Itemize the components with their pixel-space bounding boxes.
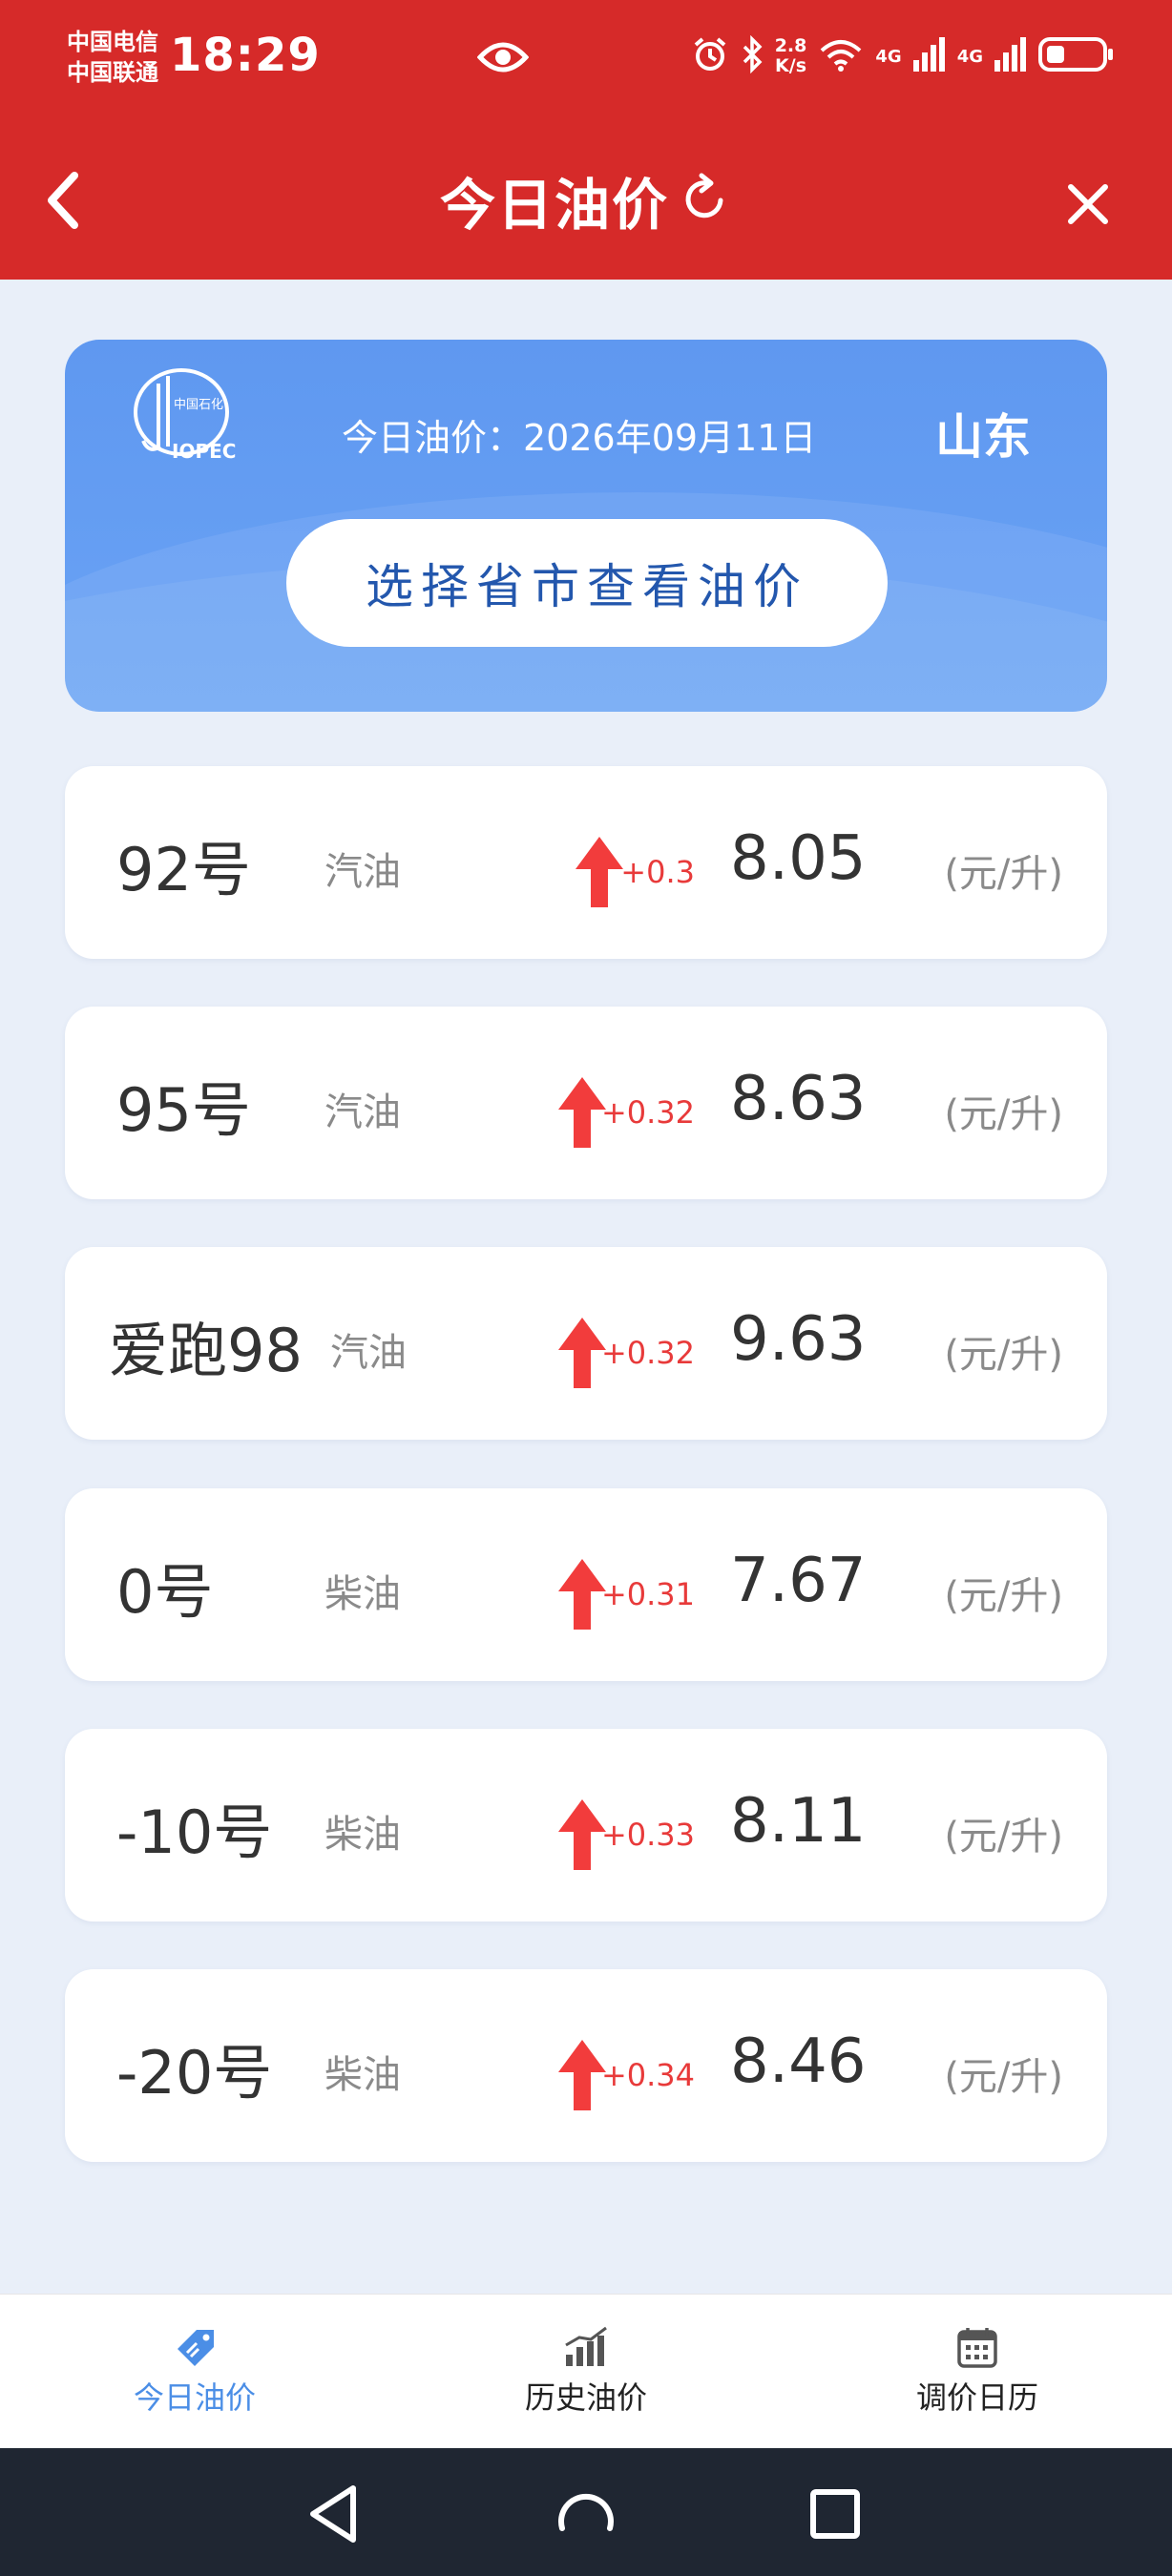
fuel-type: 汽油 bbox=[330, 1331, 407, 1375]
select-region-button[interactable]: 选择省市查看油价 bbox=[286, 519, 888, 647]
oil-price-page: 中国电信 中国联通 18:29 2.8 K/s 4G 4G 今日油价 中国石化 … bbox=[0, 0, 1172, 2576]
price-change: +0.3 bbox=[620, 854, 695, 890]
carrier-2: 中国联通 bbox=[67, 59, 158, 86]
arrow-up-icon bbox=[576, 837, 623, 907]
carrier-1: 中国电信 bbox=[67, 29, 158, 55]
price-card: -10号 柴油 +0.33 8.11 (元/升) bbox=[65, 1729, 1107, 1922]
bottom-tab-bar: 今日油价 历史油价 调价日历 bbox=[0, 2294, 1172, 2448]
fuel-grade: 92号 bbox=[116, 835, 251, 904]
tab-label: 调价日历 bbox=[915, 2379, 1038, 2416]
battery-icon bbox=[1038, 35, 1115, 77]
calendar-icon bbox=[957, 2328, 997, 2368]
price-tag-icon bbox=[178, 2330, 214, 2366]
page-title: 今日油价 bbox=[439, 173, 669, 238]
status-time: 18:29 bbox=[170, 29, 321, 82]
price-unit: (元/升) bbox=[944, 1815, 1063, 1859]
price-change: +0.31 bbox=[600, 1576, 695, 1612]
network-speed: 2.8 K/s bbox=[774, 35, 807, 76]
price-change: +0.33 bbox=[600, 1817, 695, 1853]
price-change: +0.32 bbox=[600, 1335, 695, 1371]
triangle-back-icon bbox=[310, 2485, 356, 2543]
fuel-grade: -20号 bbox=[116, 2038, 273, 2108]
circle-home-icon bbox=[558, 2493, 614, 2531]
price-value: 8.63 bbox=[730, 1064, 867, 1134]
title-area: 今日油价 bbox=[0, 160, 1172, 240]
signal-icon bbox=[994, 37, 1027, 75]
selected-province[interactable]: 山东 bbox=[935, 399, 1031, 467]
network-type-2: 4G bbox=[956, 46, 983, 67]
price-card: 95号 汽油 +0.32 8.63 (元/升) bbox=[65, 1007, 1107, 1199]
fuel-grade: 0号 bbox=[116, 1557, 214, 1627]
tab-label: 今日油价 bbox=[133, 2379, 256, 2416]
sinopec-logo: 中国石化 IOPEC bbox=[130, 366, 244, 471]
alarm-icon bbox=[691, 35, 729, 77]
price-unit: (元/升) bbox=[944, 852, 1063, 896]
fuel-grade: -10号 bbox=[116, 1797, 273, 1867]
price-card: 92号 汽油 +0.3 8.05 (元/升) bbox=[65, 766, 1107, 959]
refresh-icon bbox=[685, 173, 723, 218]
fuel-type: 柴油 bbox=[324, 2053, 401, 2097]
fuel-type: 柴油 bbox=[324, 1813, 401, 1857]
tab-adjust-calendar[interactable]: 调价日历 bbox=[834, 2295, 1120, 2449]
price-unit: (元/升) bbox=[944, 1574, 1063, 1618]
price-change: +0.32 bbox=[600, 1094, 695, 1131]
fuel-type: 柴油 bbox=[324, 1572, 401, 1616]
svg-text:中国石化: 中国石化 bbox=[174, 398, 223, 412]
nav-back-button[interactable] bbox=[294, 2471, 380, 2557]
price-value: 7.67 bbox=[730, 1546, 867, 1616]
carrier-names: 中国电信 中国联通 bbox=[67, 27, 158, 88]
status-bar: 中国电信 中国联通 18:29 2.8 K/s 4G 4G bbox=[0, 0, 1172, 134]
price-value: 9.63 bbox=[730, 1304, 867, 1375]
arrow-up-icon bbox=[558, 1077, 606, 1148]
bar-chart-icon bbox=[565, 2326, 607, 2366]
price-unit: (元/升) bbox=[944, 2055, 1063, 2099]
nav-home-button[interactable] bbox=[543, 2471, 629, 2557]
nav-recents-button[interactable] bbox=[792, 2471, 878, 2557]
arrow-up-icon bbox=[558, 1799, 606, 1870]
price-unit: (元/升) bbox=[944, 1333, 1063, 1377]
bluetooth-icon bbox=[741, 34, 764, 77]
price-unit: (元/升) bbox=[944, 1092, 1063, 1136]
arrow-up-icon bbox=[558, 1559, 606, 1630]
price-card: 0号 柴油 +0.31 7.67 (元/升) bbox=[65, 1488, 1107, 1681]
close-icon bbox=[1068, 184, 1108, 224]
wifi-icon bbox=[818, 35, 864, 77]
arrow-up-icon bbox=[558, 1318, 606, 1388]
app-header: 今日油价 bbox=[0, 134, 1172, 280]
price-card: -20号 柴油 +0.34 8.46 (元/升) bbox=[65, 1969, 1107, 2162]
status-icons: 2.8 K/s 4G 4G bbox=[691, 32, 1115, 80]
tab-today-price[interactable]: 今日油价 bbox=[52, 2295, 338, 2449]
svg-text:IOPEC: IOPEC bbox=[172, 440, 236, 463]
price-change: +0.34 bbox=[600, 2057, 695, 2093]
eye-icon bbox=[476, 38, 530, 80]
price-date: 今日油价：2026年09月11日 bbox=[342, 417, 817, 459]
square-recents-icon bbox=[810, 2489, 860, 2539]
price-card: 爱跑98 汽油 +0.32 9.63 (元/升) bbox=[65, 1247, 1107, 1440]
network-type-1: 4G bbox=[875, 46, 902, 67]
tab-history-price[interactable]: 历史油价 bbox=[443, 2295, 729, 2449]
price-banner: 中国石化 IOPEC 今日油价：2026年09月11日 山东 选择省市查看油价 bbox=[65, 340, 1107, 712]
price-value: 8.05 bbox=[730, 823, 867, 894]
price-value: 8.46 bbox=[730, 2026, 867, 2097]
price-value: 8.11 bbox=[730, 1786, 867, 1857]
fuel-type: 汽油 bbox=[324, 850, 401, 894]
refresh-button[interactable] bbox=[679, 172, 732, 229]
fuel-grade: 爱跑98 bbox=[109, 1316, 303, 1385]
fuel-grade: 95号 bbox=[116, 1075, 251, 1145]
system-nav-bar bbox=[0, 2448, 1172, 2576]
signal-icon bbox=[912, 37, 946, 75]
fuel-type: 汽油 bbox=[324, 1091, 401, 1134]
close-button[interactable] bbox=[1050, 166, 1136, 252]
tab-label: 历史油价 bbox=[524, 2379, 647, 2416]
arrow-up-icon bbox=[558, 2040, 606, 2110]
